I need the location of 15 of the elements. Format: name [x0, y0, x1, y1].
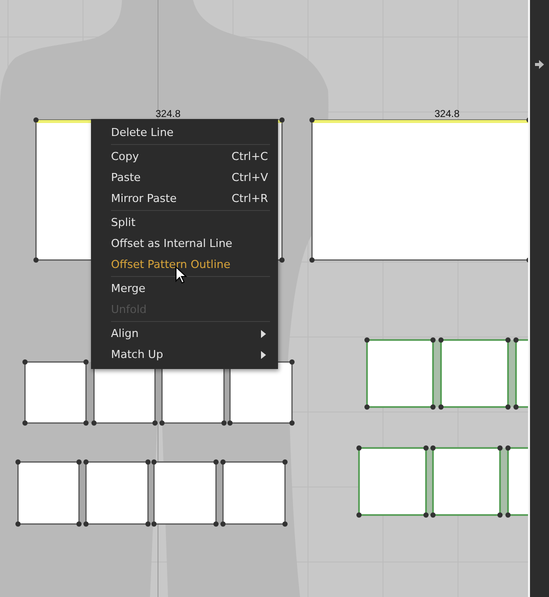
menu-item[interactable]: Copy Ctrl+C: [91, 146, 278, 167]
menu-item[interactable]: Merge: [91, 278, 278, 299]
arrow-right-icon[interactable]: [535, 60, 544, 69]
submenu-arrow-icon: [261, 350, 266, 358]
menu-item[interactable]: Split: [91, 212, 278, 233]
menu-item[interactable]: Offset Pattern Outline: [91, 254, 278, 275]
submenu-arrow-icon: [261, 330, 266, 338]
menu-item[interactable]: Align: [91, 323, 278, 344]
menu-item[interactable]: Paste Ctrl+V: [91, 167, 278, 188]
menu-item[interactable]: Mirror Paste Ctrl+R: [91, 188, 278, 209]
menu-item[interactable]: Match Up: [91, 344, 278, 365]
measurement-label: 324.8: [434, 109, 460, 120]
menu-item[interactable]: Offset as Internal Line: [91, 233, 278, 254]
measurement-label: 324.8: [155, 109, 181, 120]
menu-item[interactable]: Delete Line: [91, 122, 278, 143]
